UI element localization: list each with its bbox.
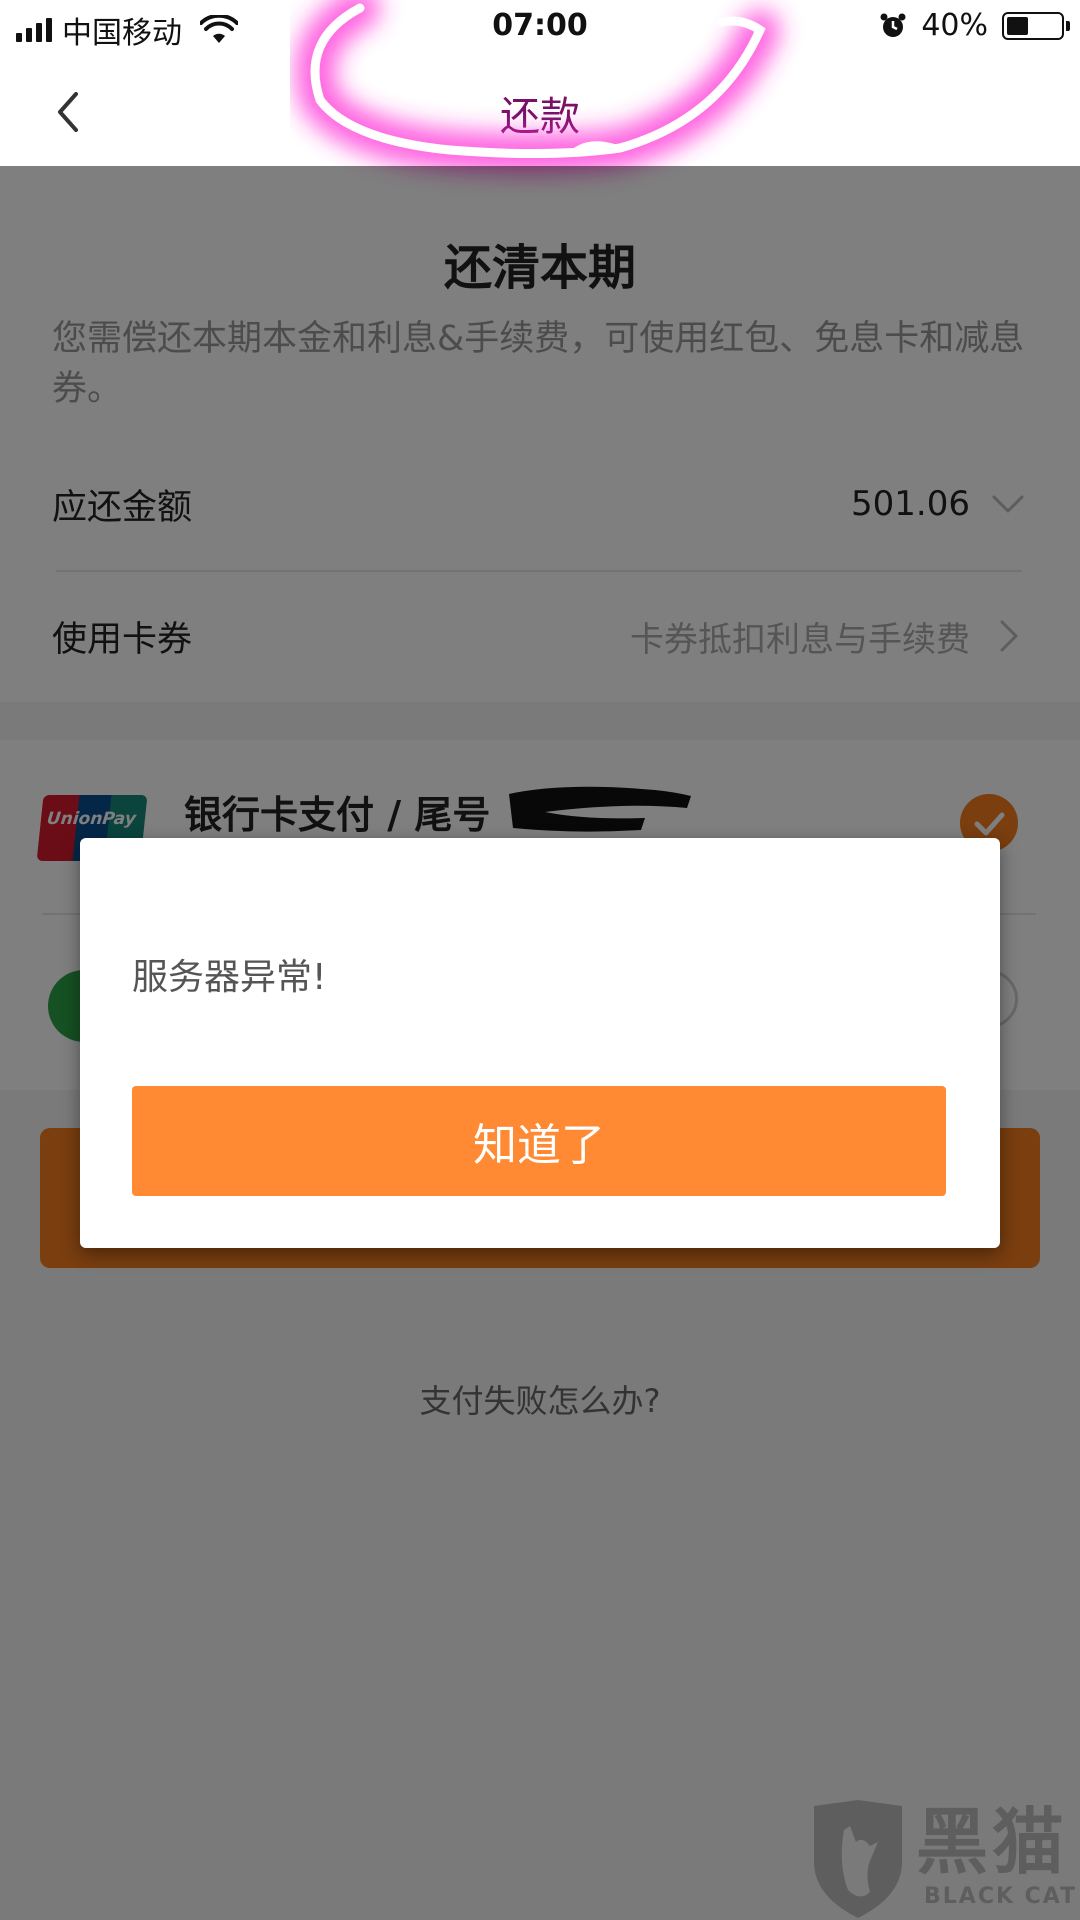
status-right: 40% <box>879 8 1070 43</box>
battery-percent: 40% <box>921 8 988 43</box>
status-bar: 中国移动 07:00 40% <box>0 0 1080 54</box>
battery-fill <box>1007 16 1028 35</box>
error-dialog: 服务器异常! 知道了 <box>80 838 1000 1248</box>
alarm-icon <box>880 13 906 37</box>
battery-icon <box>1002 11 1070 40</box>
page-title: 还款 <box>500 94 580 140</box>
dialog-message: 服务器异常! <box>132 957 327 998</box>
nav-bar: 还款 <box>0 54 1080 166</box>
acknowledge-button[interactable]: 知道了 <box>132 1086 946 1196</box>
